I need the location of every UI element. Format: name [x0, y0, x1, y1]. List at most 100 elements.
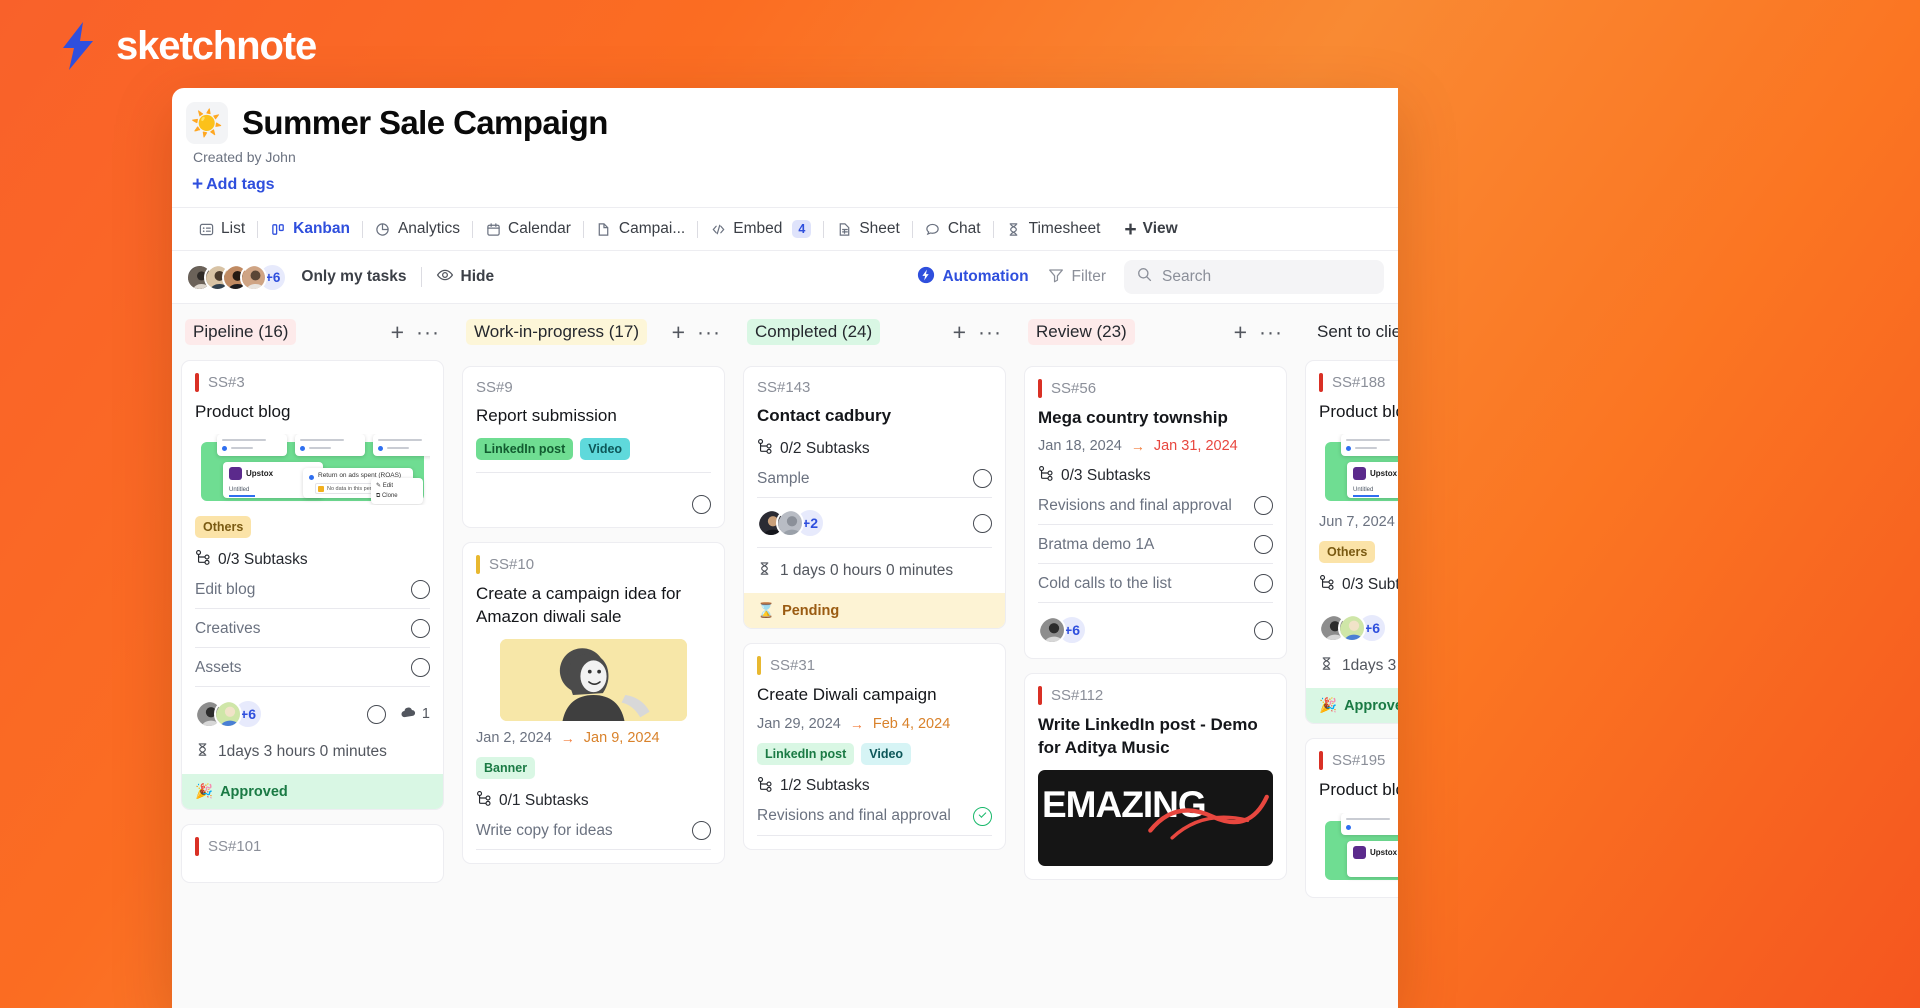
card-cover-image: EMAZING	[1038, 770, 1273, 867]
card-title: Create a campaign idea for Amazon diwali…	[476, 584, 682, 626]
kanban-card[interactable]: SS#195 Product blog Upstox	[1305, 738, 1398, 898]
toolbar-right: Automation Filter Search	[917, 260, 1384, 294]
tab-kanban[interactable]: Kanban	[258, 220, 362, 238]
tag[interactable]: Video	[861, 742, 912, 765]
filter-button[interactable]: Filter	[1047, 266, 1106, 289]
plus-icon: +	[1124, 217, 1137, 241]
add-card-button[interactable]: +	[953, 320, 966, 344]
attachment-count[interactable]: 1	[400, 704, 430, 725]
card-assignee-row[interactable]: +2	[757, 498, 992, 549]
subtask-row[interactable]: Write copy for ideas	[476, 811, 711, 851]
tag[interactable]: Others	[1319, 541, 1376, 564]
card-avatar-stack[interactable]: +6	[195, 699, 263, 730]
kanban-card[interactable]: SS#3 Product blog Upstox Untitled Return…	[181, 360, 444, 811]
subtask-row[interactable]: Assets	[195, 648, 430, 688]
tab-calendar[interactable]: Calendar	[473, 220, 583, 238]
kanban-card[interactable]: SS#143 Contact cadbury 0/2 Subtasks Samp…	[743, 366, 1006, 630]
subtask-row[interactable]: Sample	[757, 459, 992, 499]
automation-button[interactable]: Automation	[917, 266, 1029, 289]
tab-calendar-label: Calendar	[508, 220, 571, 237]
column-menu-button[interactable]: ···	[697, 322, 721, 343]
tag[interactable]: Video	[580, 438, 631, 461]
add-card-button[interactable]: +	[672, 320, 685, 344]
tab-campaign[interactable]: Campai...	[584, 220, 697, 238]
tab-embed[interactable]: Embed 4	[698, 220, 823, 238]
card-title: Product blog	[195, 402, 291, 421]
hourglass-icon	[195, 742, 210, 762]
toolbar-divider	[420, 267, 422, 287]
member-avatar-stack[interactable]: +6	[186, 262, 288, 292]
card-accent-bar	[1038, 686, 1042, 706]
subtask-checkbox[interactable]	[1254, 496, 1273, 516]
tab-timesheet[interactable]: Timesheet	[994, 220, 1113, 238]
column-title-review: Review (23)	[1028, 319, 1135, 345]
subtask-row[interactable]: Creatives	[195, 609, 430, 649]
kanban-card[interactable]: SS#112 Write LinkedIn post - Demo for Ad…	[1024, 673, 1287, 881]
subtask-count: 0/2 Subtasks	[757, 438, 992, 459]
tab-chat[interactable]: Chat	[913, 220, 993, 238]
tag[interactable]: Banner	[476, 757, 536, 780]
card-avatar-stack[interactable]: +2	[757, 508, 825, 539]
subtask-checkbox[interactable]	[692, 821, 711, 841]
tag[interactable]: LinkedIn post	[757, 742, 855, 765]
subtask-checkbox[interactable]	[973, 806, 992, 826]
card-status-checkbox[interactable]	[366, 704, 386, 724]
tab-kanban-label: Kanban	[293, 220, 350, 237]
subtask-checkbox[interactable]	[411, 658, 430, 678]
card-accent-bar	[195, 373, 199, 392]
subtask-checkbox[interactable]	[411, 619, 430, 639]
hide-button[interactable]: Hide	[436, 266, 494, 289]
subtask-label: Edit blog	[195, 580, 256, 598]
subtask-count: 0/3 Subtasks	[1038, 465, 1273, 486]
tab-sheet[interactable]: Sheet	[824, 220, 912, 238]
subtask-row[interactable]: Bratma demo 1A	[1038, 525, 1273, 565]
column-menu-button[interactable]: ···	[978, 322, 1002, 343]
avatar[interactable]	[240, 263, 267, 291]
card-id-row: SS#9	[476, 379, 711, 396]
subtask-checkbox[interactable]	[411, 580, 430, 600]
kanban-card[interactable]: SS#31 Create Diwali campaign Jan 29, 202…	[743, 643, 1006, 850]
kanban-card[interactable]: SS#10 Create a campaign idea for Amazon …	[462, 542, 725, 865]
add-view-button[interactable]: + View	[1112, 219, 1189, 240]
only-my-tasks-toggle[interactable]: Only my tasks	[301, 268, 406, 286]
card-date-range: Jan 18, 2024 → Jan 31, 2024	[1038, 438, 1273, 454]
column-menu-button[interactable]: ···	[416, 322, 440, 343]
kanban-card[interactable]: SS#188 Product blog Upstox Untitled Jun …	[1305, 360, 1398, 725]
subtask-row[interactable]: Cold calls to the list	[1038, 564, 1273, 604]
card-id-row: SS#31	[757, 656, 992, 676]
kanban-column-sent-to-client: Sent to client (11) + SS#188 Product blo…	[1296, 304, 1398, 1008]
card-status-checkbox[interactable]	[1254, 620, 1273, 640]
tab-list[interactable]: List	[186, 220, 257, 238]
tab-analytics[interactable]: Analytics	[363, 220, 472, 238]
app-window: ☀️ Summer Sale Campaign Created by John …	[172, 88, 1398, 1008]
subtask-checkbox[interactable]	[1254, 574, 1273, 594]
tag[interactable]: Others	[195, 516, 252, 539]
card-id: SS#188	[1332, 374, 1386, 391]
document-icon	[596, 221, 612, 237]
search-input[interactable]: Search	[1124, 260, 1384, 294]
kanban-board[interactable]: Pipeline (16) + ··· SS#3 Product blog Up…	[172, 304, 1398, 1008]
card-id: SS#195	[1332, 752, 1386, 770]
subtask-icon	[757, 776, 773, 797]
subtask-row[interactable]: Revisions and final approval	[1038, 486, 1273, 526]
column-menu-button[interactable]: ···	[1259, 322, 1283, 343]
subtask-checkbox[interactable]	[973, 469, 992, 489]
kanban-card[interactable]: SS#9 Report submission LinkedIn post Vid…	[462, 366, 725, 529]
tab-sheet-label: Sheet	[859, 220, 900, 237]
add-tags-button[interactable]: + Add tags	[192, 175, 275, 194]
subtask-checkbox[interactable]	[973, 513, 992, 533]
column-actions: + ···	[1234, 320, 1283, 344]
card-avatar-stack[interactable]: +6	[1038, 615, 1087, 646]
kanban-card[interactable]: SS#101	[181, 824, 444, 884]
title-row: ☀️ Summer Sale Campaign	[186, 102, 1398, 144]
subtask-row[interactable]: Edit blog	[195, 570, 430, 610]
add-card-button[interactable]: +	[391, 320, 404, 344]
kanban-card[interactable]: SS#56 Mega country township Jan 18, 2024…	[1024, 366, 1287, 660]
subtask-checkbox[interactable]	[1254, 535, 1273, 555]
subtask-row[interactable]: Revisions and final approval	[757, 797, 992, 836]
subtask-count-label: 0/2 Subtasks	[780, 439, 870, 457]
add-card-button[interactable]: +	[1234, 320, 1247, 344]
tag[interactable]: LinkedIn post	[476, 438, 574, 461]
card-avatar-stack[interactable]: +6	[1319, 613, 1387, 644]
card-status-checkbox[interactable]	[692, 495, 711, 515]
